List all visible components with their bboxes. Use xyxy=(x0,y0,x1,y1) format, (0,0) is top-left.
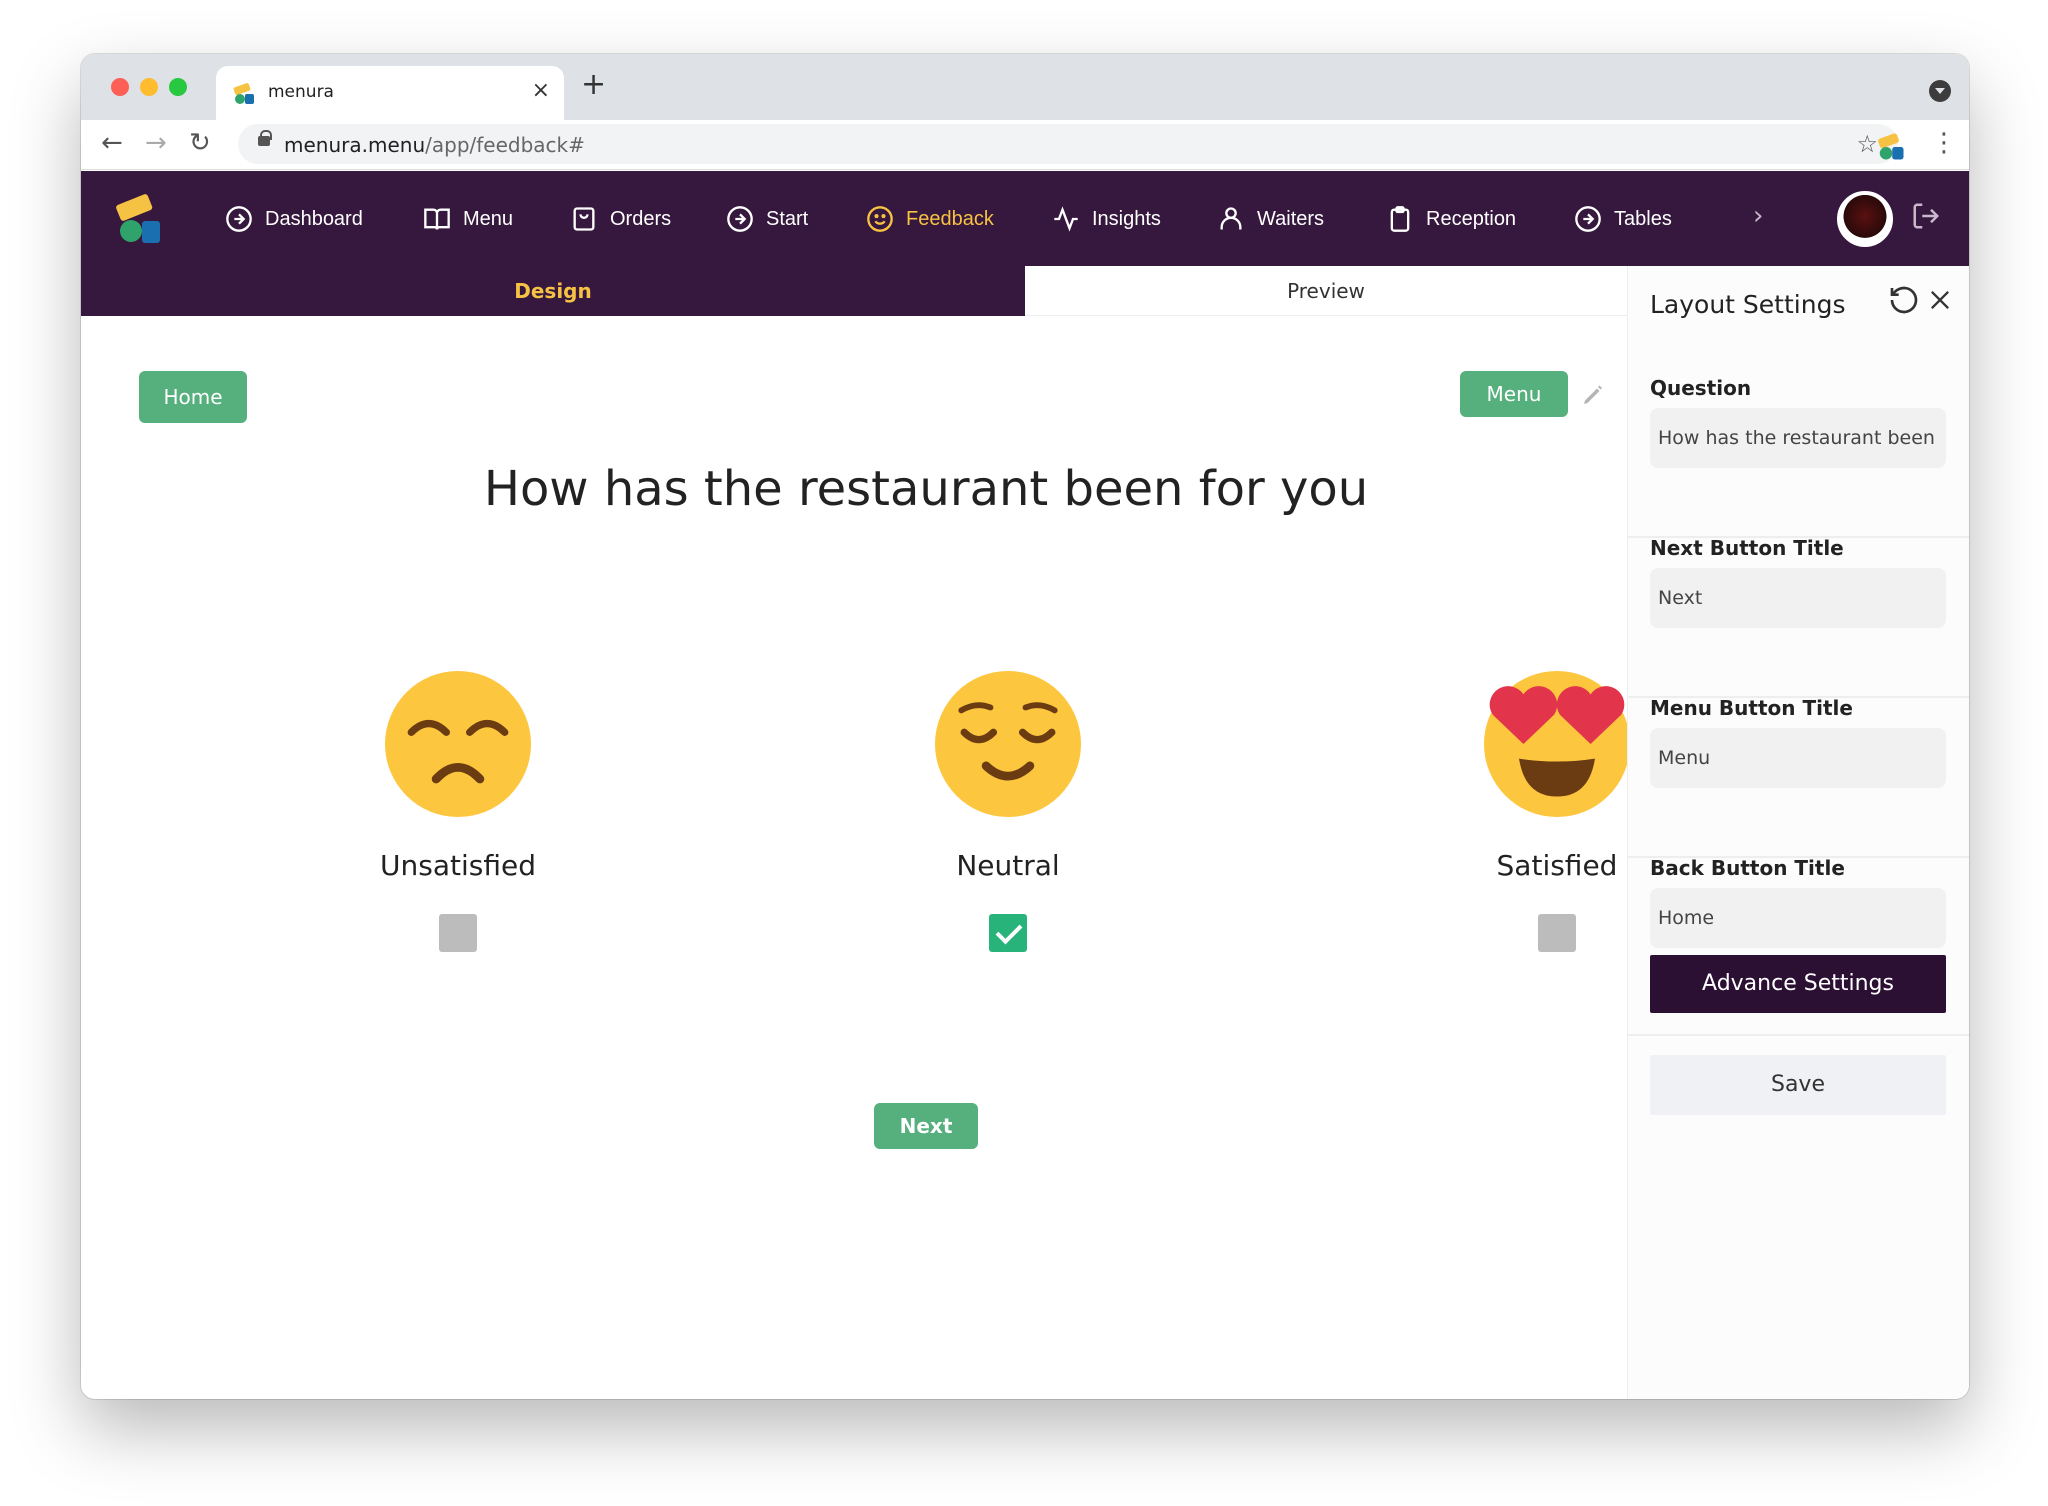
question-input[interactable] xyxy=(1650,408,1946,468)
advance-settings-button[interactable]: Advance Settings xyxy=(1650,955,1946,1013)
browser-tab[interactable]: menura × xyxy=(216,66,564,120)
avatar[interactable] xyxy=(1837,191,1893,247)
reset-icon[interactable] xyxy=(1888,284,1920,316)
menura-logo-icon[interactable] xyxy=(115,193,165,245)
back-arrow-icon[interactable]: ← xyxy=(101,128,123,158)
layout-settings-panel: Layout Settings Question Next Button Tit… xyxy=(1627,266,1969,1399)
bookmark-star-icon[interactable]: ☆ xyxy=(1856,130,1878,158)
option-neutral: Neutral xyxy=(858,671,1158,952)
tab-search-icon[interactable] xyxy=(1929,80,1951,102)
nav-item-insights[interactable]: Insights xyxy=(1052,204,1161,234)
nav-item-tables[interactable]: Tables xyxy=(1574,204,1672,234)
top-nav: Dashboard Menu Orders Start Feedback Ins… xyxy=(81,171,1969,266)
circle-arrow-icon xyxy=(1575,206,1601,232)
menu-button[interactable]: Menu xyxy=(1460,371,1568,417)
option-label: Neutral xyxy=(956,849,1060,882)
field-label: Back Button Title xyxy=(1650,856,1845,880)
field-label: Next Button Title xyxy=(1650,536,1844,560)
lock-icon xyxy=(258,130,272,146)
url-text: menura.menu/app/feedback# xyxy=(284,133,585,157)
maximize-window-button[interactable] xyxy=(169,78,187,96)
question-field: Question xyxy=(1628,376,1969,538)
field-label: Menu Button Title xyxy=(1650,696,1853,720)
reload-icon[interactable]: ↻ xyxy=(189,128,211,158)
browser-menu-icon[interactable]: ⋮ xyxy=(1931,128,1957,158)
option-unsatisfied: Unsatisfied xyxy=(308,671,608,952)
divider xyxy=(1628,1034,1969,1036)
smile-icon xyxy=(867,206,893,232)
field-label: Question xyxy=(1650,376,1752,400)
circle-arrow-icon xyxy=(226,206,252,232)
option-checkbox[interactable] xyxy=(1538,914,1576,952)
circle-arrow-icon xyxy=(727,206,753,232)
next-button[interactable]: Next xyxy=(874,1103,978,1149)
tab-strip: menura × + xyxy=(81,54,1969,120)
minimize-window-button[interactable] xyxy=(140,78,158,96)
clipboard-icon xyxy=(1390,206,1410,232)
home-button[interactable]: Home xyxy=(139,371,247,423)
tab-title: menura xyxy=(268,82,334,102)
back-button-title-input[interactable] xyxy=(1650,888,1946,948)
nav-item-feedback[interactable]: Feedback xyxy=(866,204,994,234)
nav-item-waiters[interactable]: Waiters xyxy=(1217,204,1324,234)
browser-window: menura × + ← → ↻ menura.menu/app/feedbac… xyxy=(81,54,1969,1399)
nav-item-menu[interactable]: Menu xyxy=(423,204,513,234)
unamused-face-icon[interactable] xyxy=(385,671,531,817)
logout-icon[interactable] xyxy=(1911,201,1941,231)
nav-item-start[interactable]: Start xyxy=(726,204,808,234)
forward-arrow-icon[interactable]: → xyxy=(145,128,167,158)
shopping-bag-icon xyxy=(573,207,595,231)
panel-title: Layout Settings xyxy=(1650,290,1846,319)
option-checkbox[interactable] xyxy=(439,914,477,952)
app: Dashboard Menu Orders Start Feedback Ins… xyxy=(81,171,1969,1399)
heart-eyes-face-icon[interactable] xyxy=(1484,671,1630,817)
next-button-title-input[interactable] xyxy=(1650,568,1946,628)
nav-item-reception[interactable]: Reception xyxy=(1386,204,1516,234)
tab-design[interactable]: Design xyxy=(81,266,1025,316)
menura-favicon-icon xyxy=(233,83,254,104)
tab-preview[interactable]: Preview xyxy=(1025,266,1627,316)
close-icon[interactable] xyxy=(1926,286,1954,314)
url-field[interactable]: menura.menu/app/feedback# ☆ xyxy=(238,124,1898,164)
activity-icon xyxy=(1054,206,1078,232)
save-button[interactable]: Save xyxy=(1650,1055,1946,1115)
nav-item-dashboard[interactable]: Dashboard xyxy=(225,204,363,234)
menu-button-title-input[interactable] xyxy=(1650,728,1946,788)
question-heading: How has the restaurant been for you xyxy=(483,461,1369,517)
tab-close-icon[interactable]: × xyxy=(532,78,550,103)
address-bar: ← → ↻ menura.menu/app/feedback# ☆ ⋮ xyxy=(81,120,1969,170)
new-tab-icon[interactable]: + xyxy=(581,70,606,100)
next-button-title-field: Next Button Title xyxy=(1628,536,1969,698)
user-icon xyxy=(1220,207,1242,230)
nav-item-orders[interactable]: Orders xyxy=(570,204,671,234)
option-checkbox-checked[interactable] xyxy=(989,914,1027,952)
menura-extension-icon[interactable] xyxy=(1876,132,1906,162)
menu-button-title-field: Menu Button Title xyxy=(1628,696,1969,858)
book-icon xyxy=(424,208,450,230)
relieved-face-icon[interactable] xyxy=(935,671,1081,817)
chevron-right-icon[interactable]: › xyxy=(1753,201,1763,231)
pencil-icon[interactable] xyxy=(1581,383,1605,407)
option-label: Unsatisfied xyxy=(380,849,536,882)
close-window-button[interactable] xyxy=(111,78,129,96)
